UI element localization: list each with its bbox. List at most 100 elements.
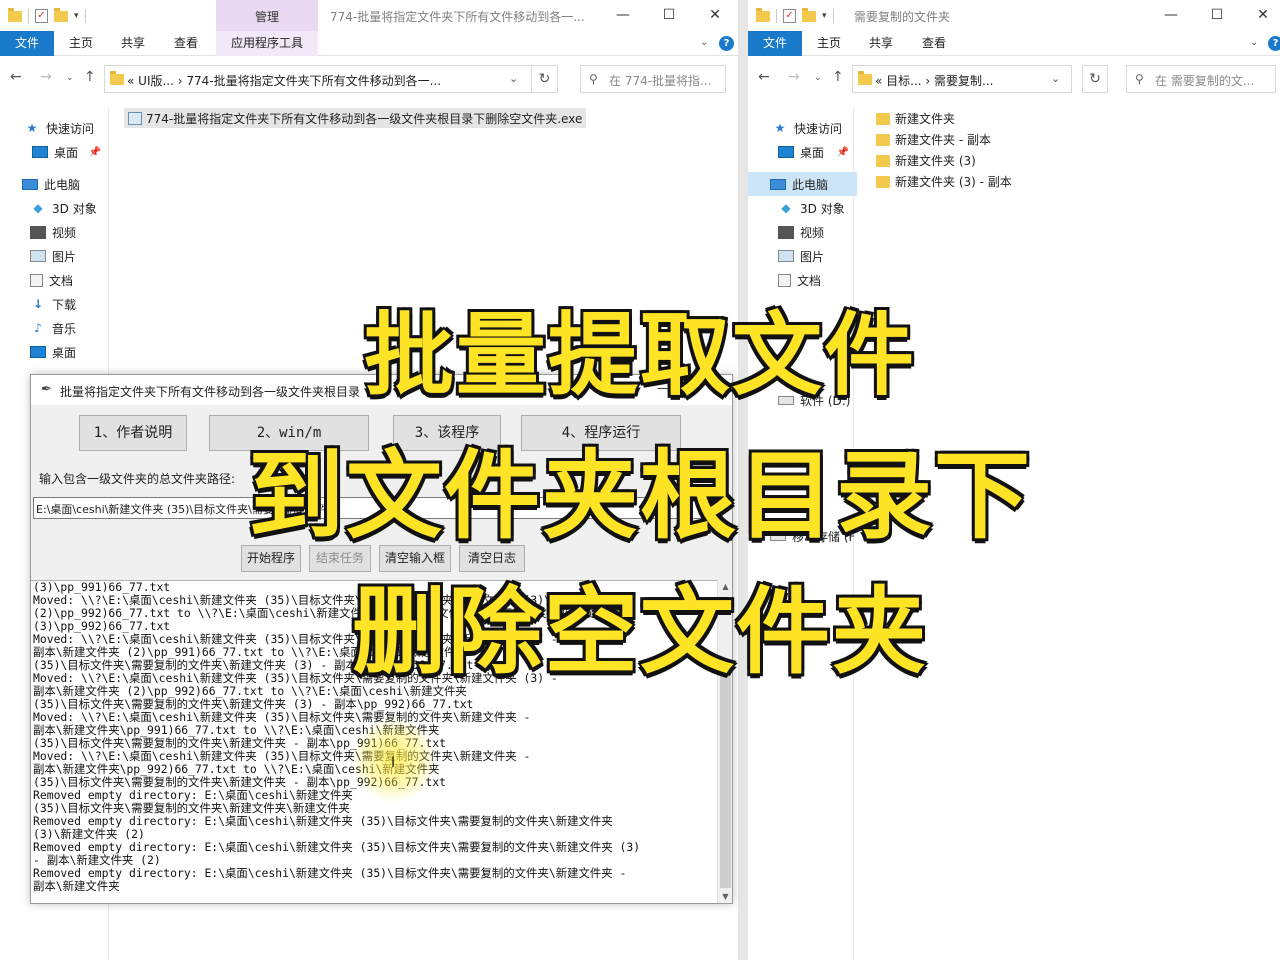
address-bar[interactable]: « UI版... › 774-批量将指定文件夹下所有文件移动到各一... ⌄ [104, 65, 532, 93]
pin-icon: 📌 [88, 146, 101, 158]
manage-contextual-tab[interactable]: 管理 [216, 0, 318, 31]
window-title: 774-批量将指定文件夹下所有文件移动到各一... [330, 10, 585, 24]
up-arrow-icon[interactable]: ↑ [84, 69, 96, 85]
address-dropdown-chevron-icon[interactable]: ⌄ [1051, 72, 1060, 85]
nav-item-this-pc[interactable]: 此电脑 [748, 172, 857, 196]
folder-icon [876, 133, 890, 146]
ribbon-tab-share[interactable]: 共享 [110, 31, 156, 56]
up-arrow-icon[interactable]: ↑ [832, 69, 844, 85]
folder-icon [876, 175, 890, 188]
close-button[interactable]: ✕ [1240, 4, 1280, 26]
close-button[interactable]: ✕ [692, 4, 738, 26]
left-ribbon: 文件 主页 共享 查看 应用程序工具 ⌄ ? [0, 31, 738, 56]
nav-item-3d-objects[interactable]: ◆ 3D 对象 [748, 196, 857, 220]
back-arrow-icon[interactable]: ← [758, 69, 770, 85]
file-name: 774-批量将指定文件夹下所有文件移动到各一级文件夹根目录下删除空文件夹.exe [146, 111, 583, 126]
folder-icon [858, 71, 872, 85]
nav-item-pictures[interactable]: 图片 [0, 244, 109, 268]
nav-item-videos[interactable]: 视频 [0, 220, 109, 244]
folder-list: 新建文件夹 新建文件夹 - 副本 新建文件夹 (3) 新建文件夹 (3) - 副… [876, 108, 1012, 192]
ribbon-tab-home[interactable]: 主页 [806, 31, 852, 56]
left-quick-access-toolbar: ✓ ▾ [8, 7, 86, 25]
pin-icon: 📌 [836, 146, 849, 158]
nav-item-videos[interactable]: 视频 [748, 220, 857, 244]
search-box[interactable]: ⚲ 在 774-批量将指... [580, 65, 726, 93]
list-item[interactable]: 新建文件夹 - 副本 [876, 129, 1012, 150]
list-item[interactable]: 新建文件夹 (3) [876, 150, 1012, 171]
ribbon-tab-share[interactable]: 共享 [858, 31, 904, 56]
ribbon-tab-file[interactable]: 文件 [748, 31, 802, 56]
window-title: 需要复制的文件夹 [854, 10, 951, 24]
picture-icon [778, 250, 794, 262]
expand-ribbon-chevron-icon[interactable]: ⌄ [1250, 37, 1258, 48]
desktop-icon [32, 146, 48, 158]
nav-item-this-pc[interactable]: 此电脑 [0, 172, 109, 196]
expand-ribbon-chevron-icon[interactable]: ⌄ [700, 37, 708, 48]
folder-icon[interactable] [756, 7, 770, 22]
ribbon-tab-app-tools[interactable]: 应用程序工具 [216, 31, 318, 56]
scrollbar-thumb[interactable] [720, 672, 731, 888]
minimize-button[interactable]: — [1148, 4, 1194, 26]
star-icon: ★ [26, 121, 38, 135]
text-cursor-icon: I [391, 755, 396, 771]
right-ribbon: 文件 主页 共享 查看 ⌄ ? [748, 31, 1280, 56]
nav-item-quick-access[interactable]: ★ 快速访问 [748, 116, 857, 140]
video-icon [778, 225, 794, 239]
nav-item-3d-objects[interactable]: ◆ 3D 对象 [0, 196, 109, 220]
forward-arrow-icon[interactable]: → [40, 69, 52, 85]
caption-line-1: 批量提取文件 [362, 301, 916, 410]
customize-toolbar-chevron-icon[interactable]: ▾ [74, 11, 79, 21]
back-arrow-icon[interactable]: ← [10, 69, 22, 85]
list-item[interactable]: 新建文件夹 [876, 108, 1012, 129]
executable-file-icon [128, 111, 142, 125]
address-path: « 目标... › 需要复制... [875, 74, 994, 88]
picture-icon [30, 250, 46, 262]
search-box[interactable]: ⚲ 在 需要复制的文... [1126, 65, 1276, 93]
folder-icon [876, 112, 890, 125]
ribbon-tab-view[interactable]: 查看 [162, 31, 210, 56]
customize-toolbar-chevron-icon[interactable]: ▾ [822, 11, 827, 21]
ribbon-tab-file[interactable]: 文件 [0, 31, 54, 56]
forward-arrow-icon[interactable]: → [788, 69, 800, 85]
desktop-icon [778, 146, 794, 158]
help-icon[interactable]: ? [719, 36, 734, 51]
search-placeholder: 在 需要复制的文... [1155, 74, 1255, 88]
star-icon: ★ [774, 121, 786, 135]
address-path: « UI版... › 774-批量将指定文件夹下所有文件移动到各一... [127, 74, 442, 88]
properties-icon[interactable]: ✓ [35, 9, 48, 23]
scroll-down-arrow-icon[interactable]: ▼ [718, 892, 733, 901]
recent-locations-chevron-icon[interactable]: ⌄ [814, 73, 822, 83]
maximize-button[interactable]: ☐ [646, 4, 692, 26]
ribbon-tab-view[interactable]: 查看 [910, 31, 958, 56]
nav-item-desktop-pinned[interactable]: 桌面 📌 [0, 140, 109, 164]
maximize-button[interactable]: ☐ [1194, 4, 1240, 26]
help-icon[interactable]: ? [1268, 36, 1280, 51]
log-line: 副本\新建文件夹 [33, 879, 120, 893]
computer-icon [770, 178, 786, 190]
new-folder-icon[interactable] [54, 7, 68, 22]
log-line: Removed empty directory: E:\桌面\ceshi\新建文… [33, 866, 627, 880]
address-dropdown-chevron-icon[interactable]: ⌄ [509, 72, 518, 85]
right-titlebar: ✓ ▾ 需要复制的文件夹 — ☐ ✕ [748, 0, 1280, 31]
cube-icon: ◆ [781, 201, 791, 215]
minimize-button[interactable]: — [600, 4, 646, 26]
folder-icon[interactable] [8, 7, 22, 22]
new-folder-icon[interactable] [802, 7, 816, 22]
list-item[interactable]: 新建文件夹 (3) - 副本 [876, 171, 1012, 192]
refresh-button[interactable]: ↻ [1082, 65, 1108, 93]
nav-item-desktop-pinned[interactable]: 桌面 📌 [748, 140, 857, 164]
toolbar-separator [28, 9, 29, 23]
search-icon: ⚲ [589, 72, 598, 86]
properties-icon[interactable]: ✓ [783, 9, 796, 23]
selected-exe-file[interactable]: 774-批量将指定文件夹下所有文件移动到各一级文件夹根目录下删除空文件夹.exe [124, 108, 587, 128]
recent-locations-chevron-icon[interactable]: ⌄ [66, 73, 74, 83]
ribbon-tab-home[interactable]: 主页 [58, 31, 104, 56]
refresh-button[interactable]: ↻ [532, 65, 558, 93]
nav-item-quick-access[interactable]: ★ 快速访问 [0, 116, 109, 140]
address-bar[interactable]: « 目标... › 需要复制... ⌄ [852, 65, 1072, 93]
left-titlebar: ✓ ▾ 管理 774-批量将指定文件夹下所有文件移动到各一... — ☐ ✕ [0, 0, 738, 31]
nav-item-pictures[interactable]: 图片 [748, 244, 857, 268]
right-address-row: ← → ⌄ ↑ « 目标... › 需要复制... ⌄ ↻ ⚲ 在 需要复制的文… [748, 56, 1280, 100]
caption-line-3: 删除空文件夹 [350, 576, 928, 689]
search-placeholder: 在 774-批量将指... [609, 74, 712, 88]
